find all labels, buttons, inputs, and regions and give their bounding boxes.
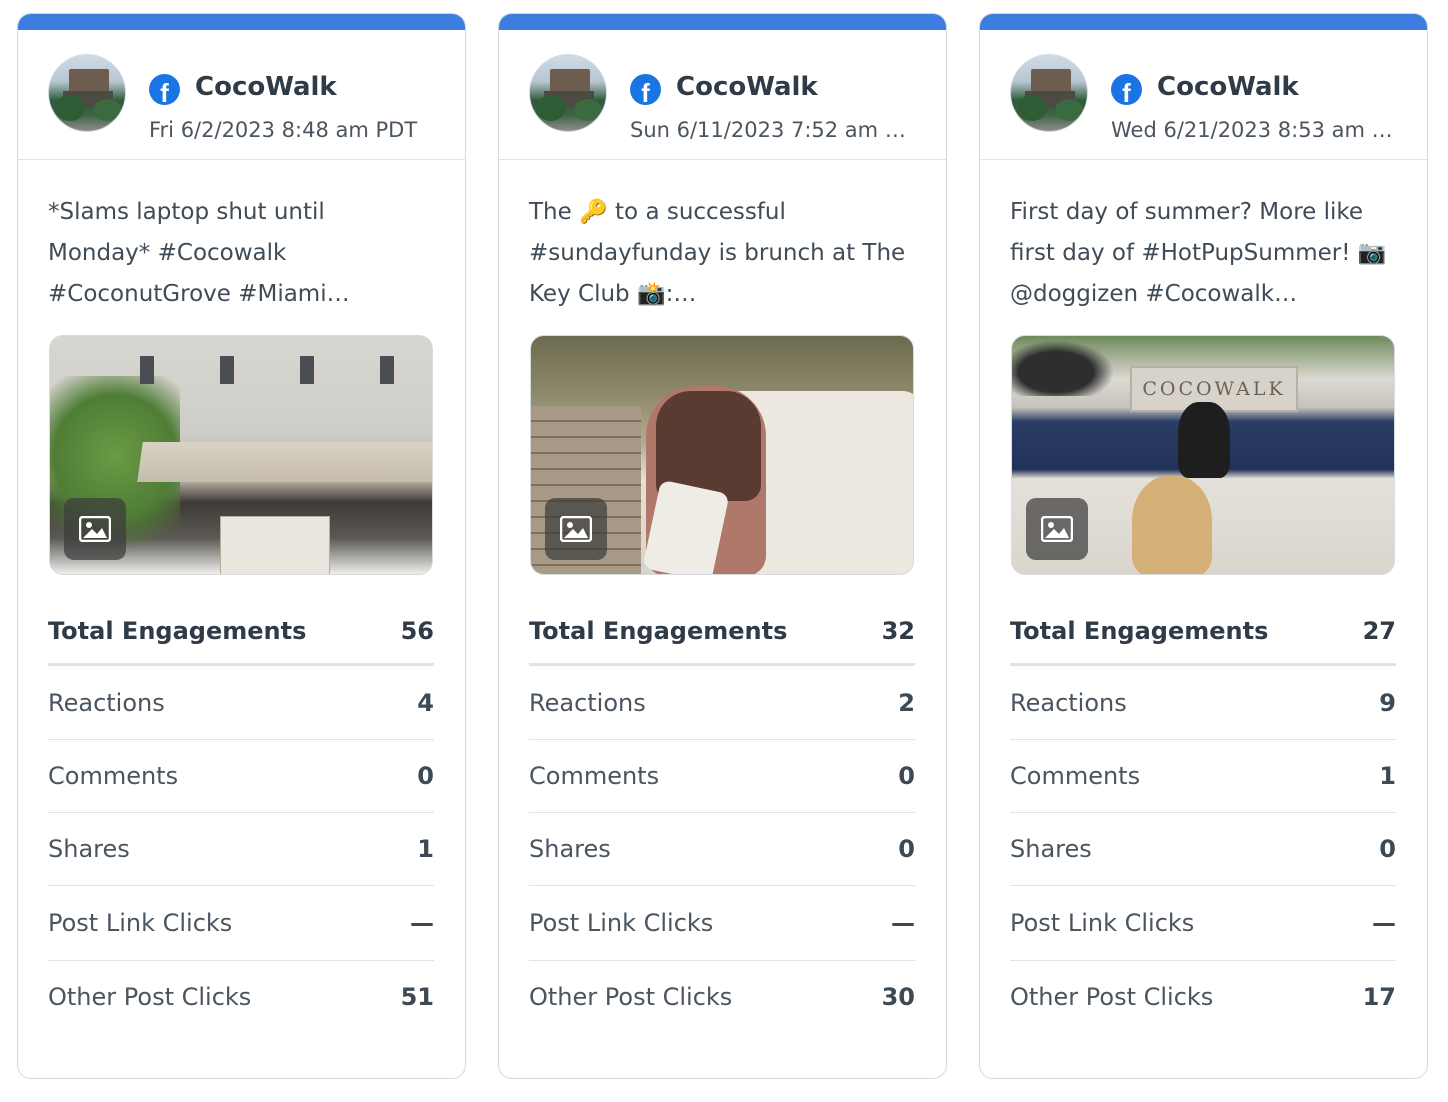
post-image[interactable] xyxy=(49,335,433,575)
stat-label: Post Link Clicks xyxy=(48,909,233,937)
stat-value: 32 xyxy=(881,617,915,645)
post-header: f CocoWalk Fri 6/2/2023 8:48 am PDT xyxy=(18,30,465,160)
stat-label: Comments xyxy=(1010,762,1141,790)
facebook-icon: f xyxy=(630,74,661,105)
profile-avatar[interactable] xyxy=(1010,54,1088,132)
total-engagements-row: Total Engagements 32 xyxy=(529,599,915,666)
post-text: *Slams laptop shut until Monday* #Cocowa… xyxy=(48,199,350,307)
profile-avatar[interactable] xyxy=(529,54,607,132)
post-image[interactable]: COCOWALK xyxy=(1011,335,1395,575)
comments-row: Comments 1 xyxy=(1010,740,1396,813)
total-engagements-row: Total Engagements 27 xyxy=(1010,599,1396,666)
page-name[interactable]: CocoWalk xyxy=(676,72,818,102)
post-link-clicks-row: Post Link Clicks — xyxy=(529,886,915,961)
stat-label: Shares xyxy=(1010,835,1092,863)
stat-value: 17 xyxy=(1362,983,1396,1011)
comments-row: Comments 0 xyxy=(48,740,434,813)
stat-label: Other Post Clicks xyxy=(1010,983,1214,1011)
comments-row: Comments 0 xyxy=(529,740,915,813)
total-engagements-row: Total Engagements 56 xyxy=(48,599,434,666)
other-post-clicks-row: Other Post Clicks 30 xyxy=(529,961,915,1033)
stat-value: 0 xyxy=(898,762,915,790)
post-timestamp: Fri 6/2/2023 8:48 am PDT xyxy=(149,118,418,142)
post-header: f CocoWalk Sun 6/11/2023 7:52 am PDT xyxy=(499,30,946,160)
post-card[interactable]: f CocoWalk Fri 6/2/2023 8:48 am PDT *Sla… xyxy=(17,13,466,1079)
stat-value: 1 xyxy=(1379,762,1396,790)
page-name[interactable]: CocoWalk xyxy=(195,72,337,102)
stat-value: 2 xyxy=(898,688,915,717)
engagement-stats: Total Engagements 32 Reactions 2 Comment… xyxy=(529,599,915,1033)
stat-value: 51 xyxy=(400,983,434,1011)
other-post-clicks-row: Other Post Clicks 51 xyxy=(48,961,434,1033)
post-card[interactable]: f CocoWalk Wed 6/21/2023 8:53 am PDT Fir… xyxy=(979,13,1428,1079)
post-text: First day of summer? More like first day… xyxy=(1010,199,1387,307)
stat-label: Total Engagements xyxy=(48,617,307,645)
stat-value: 0 xyxy=(417,762,434,790)
post-timestamp: Wed 6/21/2023 8:53 am PDT xyxy=(1111,118,1396,142)
stat-value: — xyxy=(891,909,915,937)
stat-label: Post Link Clicks xyxy=(1010,909,1195,937)
stat-value: 9 xyxy=(1379,688,1396,717)
stat-label: Other Post Clicks xyxy=(529,983,733,1011)
stat-value: 56 xyxy=(400,617,434,645)
engagement-stats: Total Engagements 27 Reactions 9 Comment… xyxy=(1010,599,1396,1033)
stat-value: 1 xyxy=(417,835,434,863)
shares-row: Shares 0 xyxy=(529,813,915,886)
reactions-row: Reactions 9 xyxy=(1010,666,1396,740)
stat-value: — xyxy=(1372,909,1396,937)
stat-label: Total Engagements xyxy=(1010,617,1269,645)
stat-label: Shares xyxy=(48,835,130,863)
image-icon xyxy=(1026,498,1088,560)
shares-row: Shares 0 xyxy=(1010,813,1396,886)
stat-label: Comments xyxy=(529,762,660,790)
image-icon xyxy=(545,498,607,560)
card-accent-bar xyxy=(980,14,1427,30)
stat-label: Shares xyxy=(529,835,611,863)
stat-value: 30 xyxy=(881,983,915,1011)
facebook-icon: f xyxy=(149,74,180,105)
facebook-icon: f xyxy=(1111,74,1142,105)
card-accent-bar xyxy=(18,14,465,30)
stat-value: — xyxy=(410,909,434,937)
stat-label: Other Post Clicks xyxy=(48,983,252,1011)
post-link-clicks-row: Post Link Clicks — xyxy=(48,886,434,961)
stat-value: 0 xyxy=(1379,835,1396,863)
stat-label: Reactions xyxy=(529,688,646,717)
profile-avatar[interactable] xyxy=(48,54,126,132)
reactions-row: Reactions 2 xyxy=(529,666,915,740)
post-timestamp: Sun 6/11/2023 7:52 am PDT xyxy=(630,118,915,142)
image-icon xyxy=(64,498,126,560)
stat-label: Reactions xyxy=(48,688,165,717)
reactions-row: Reactions 4 xyxy=(48,666,434,740)
page-name[interactable]: CocoWalk xyxy=(1157,72,1299,102)
stat-value: 27 xyxy=(1362,617,1396,645)
stat-label: Post Link Clicks xyxy=(529,909,714,937)
shares-row: Shares 1 xyxy=(48,813,434,886)
card-accent-bar xyxy=(499,14,946,30)
post-header: f CocoWalk Wed 6/21/2023 8:53 am PDT xyxy=(980,30,1427,160)
stat-value: 0 xyxy=(898,835,915,863)
stat-label: Reactions xyxy=(1010,688,1127,717)
post-image[interactable] xyxy=(530,335,914,575)
post-link-clicks-row: Post Link Clicks — xyxy=(1010,886,1396,961)
stat-label: Total Engagements xyxy=(529,617,788,645)
other-post-clicks-row: Other Post Clicks 17 xyxy=(1010,961,1396,1033)
stat-label: Comments xyxy=(48,762,179,790)
stat-value: 4 xyxy=(417,688,434,717)
engagement-stats: Total Engagements 56 Reactions 4 Comment… xyxy=(48,599,434,1033)
post-card[interactable]: f CocoWalk Sun 6/11/2023 7:52 am PDT The… xyxy=(498,13,947,1079)
post-text: The 🔑 to a successful #sundayfunday is b… xyxy=(529,199,906,307)
